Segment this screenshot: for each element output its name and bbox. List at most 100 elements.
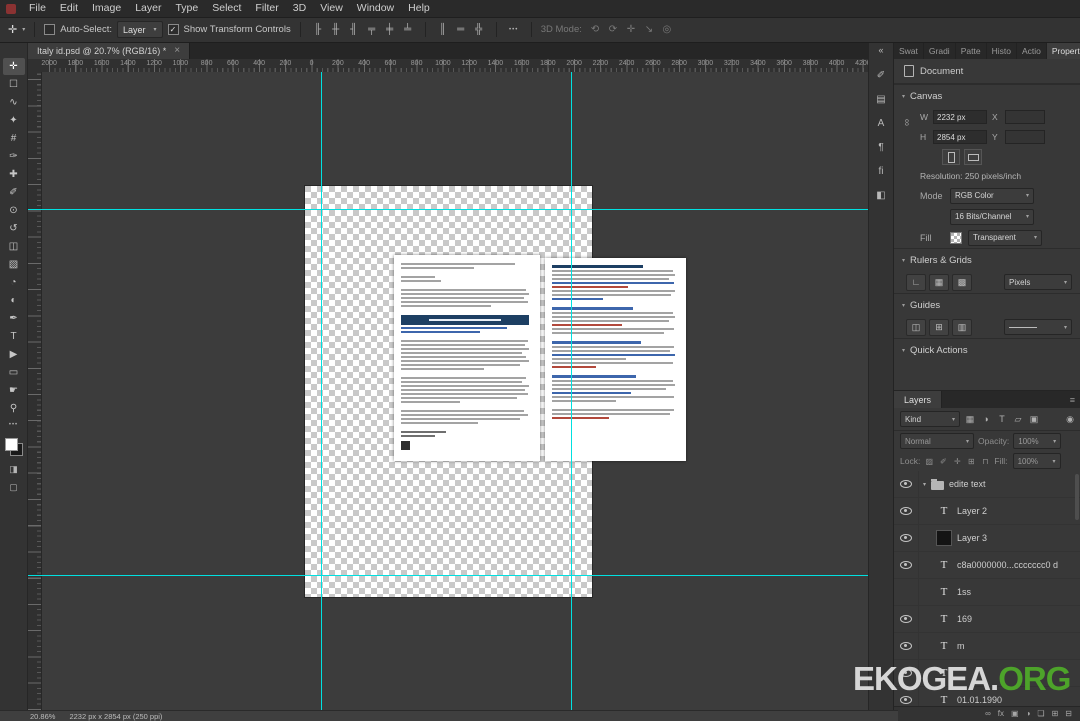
- color-swatches[interactable]: [4, 437, 24, 457]
- text-layer-thumbnail[interactable]: T: [936, 611, 952, 627]
- ruler-icon[interactable]: ∟: [906, 273, 926, 291]
- filter-smart-objects-icon[interactable]: ▣: [1027, 412, 1041, 426]
- crop-tool[interactable]: #: [3, 130, 25, 147]
- portrait-orientation-button[interactable]: [942, 149, 960, 165]
- panel-tab[interactable]: Actio: [1017, 42, 1047, 59]
- filter-type-layers-icon[interactable]: T: [995, 412, 1009, 426]
- adjustments-panel-icon[interactable]: ◧: [871, 185, 891, 205]
- menu-item[interactable]: Layer: [128, 0, 168, 17]
- auto-select-target-select[interactable]: Layer ▾: [116, 21, 163, 38]
- lasso-tool[interactable]: ∿: [3, 94, 25, 111]
- paragraph-panel-icon[interactable]: ¶: [871, 137, 891, 157]
- canvas-area[interactable]: [28, 72, 868, 710]
- align-left-edges-icon[interactable]: ╟: [310, 22, 326, 38]
- menu-item[interactable]: Window: [350, 0, 401, 17]
- hand-tool[interactable]: ☛: [3, 382, 25, 399]
- align-top-edges-icon[interactable]: ╤: [364, 22, 380, 38]
- 3d-scale-icon[interactable]: ◎: [659, 22, 675, 38]
- close-icon[interactable]: ×: [174, 45, 180, 56]
- menu-item[interactable]: Image: [85, 0, 128, 17]
- text-layer-thumbnail[interactable]: T: [936, 584, 952, 600]
- lock-artboard-icon[interactable]: ⊞: [965, 455, 977, 467]
- quick-selection-tool[interactable]: ✦: [3, 112, 25, 129]
- screen-mode-icon[interactable]: ▢: [9, 482, 18, 493]
- brush-settings-panel-icon[interactable]: ✐: [871, 65, 891, 85]
- rectangular-marquee-tool[interactable]: ☐: [3, 76, 25, 93]
- canvas-fill-select[interactable]: Transparent ▾: [968, 229, 1042, 246]
- type-tool[interactable]: T: [3, 328, 25, 345]
- brush-tool[interactable]: ✐: [3, 184, 25, 201]
- opacity-select[interactable]: 100% ▾: [1013, 433, 1062, 449]
- panel-tab[interactable]: Gradi: [924, 42, 956, 59]
- distribute-centers-icon[interactable]: ╬: [471, 22, 487, 38]
- history-brush-tool[interactable]: ↺: [3, 220, 25, 237]
- guide-horizontal-bottom[interactable]: [28, 575, 868, 576]
- delete-layer-icon[interactable]: ⊟: [1065, 707, 1072, 720]
- gradient-tool[interactable]: ▧: [3, 256, 25, 273]
- guide-vertical-right[interactable]: [571, 72, 572, 710]
- adjustment-layer-icon[interactable]: ◑: [1026, 707, 1031, 720]
- clone-stamp-tool[interactable]: ⊙: [3, 202, 25, 219]
- filter-pixel-layers-icon[interactable]: ▦: [963, 412, 977, 426]
- layer-name[interactable]: 169: [957, 614, 972, 624]
- distribute-vertical-icon[interactable]: ║: [435, 22, 451, 38]
- lock-image-pixels-icon[interactable]: ✐: [937, 455, 949, 467]
- section-quick-actions[interactable]: ▾ Quick Actions: [894, 338, 1080, 361]
- visibility-toggle[interactable]: [894, 498, 919, 524]
- layer-name[interactable]: m: [957, 641, 965, 651]
- constrain-link-icon[interactable]: ∞: [901, 119, 912, 126]
- pen-tool[interactable]: ✒: [3, 310, 25, 327]
- 3d-roll-icon[interactable]: ⟳: [605, 22, 621, 38]
- 3d-slide-icon[interactable]: ↘: [641, 22, 657, 38]
- layers-scrollbar[interactable]: [1075, 474, 1079, 520]
- height-field[interactable]: 2854 px: [933, 130, 987, 144]
- more-options-icon[interactable]: •••: [506, 22, 522, 38]
- horizontal-ruler[interactable]: 2000 1800 1600 1400 1200 1000 800 600 400 200 0 200…: [28, 59, 868, 73]
- section-rulers-grids[interactable]: ▾ Rulers & Grids: [894, 248, 1080, 271]
- visibility-toggle[interactable]: [894, 579, 919, 605]
- layer-row[interactable]: ▾ T 169: [894, 606, 1080, 633]
- guide-horizontal-top[interactable]: [28, 209, 868, 210]
- grid-snap-icon[interactable]: ▩: [952, 273, 972, 291]
- 3d-rotate-icon[interactable]: ⟲: [587, 22, 603, 38]
- lock-transparent-pixels-icon[interactable]: ▨: [923, 455, 935, 467]
- quick-mask-icon[interactable]: ◨: [9, 464, 18, 475]
- bit-depth-select[interactable]: 16 Bits/Channel ▾: [950, 208, 1034, 225]
- shape-tool[interactable]: ▭: [3, 364, 25, 381]
- layer-row[interactable]: ▾ T edite text: [894, 471, 1080, 498]
- visibility-toggle[interactable]: [894, 552, 919, 578]
- panel-tab[interactable]: Swat: [894, 42, 924, 59]
- filter-toggle-icon[interactable]: ◉: [1066, 414, 1074, 425]
- add-guide-icon[interactable]: ◫: [906, 318, 926, 336]
- text-layer-thumbnail[interactable]: T: [936, 638, 952, 654]
- glyphs-panel-icon[interactable]: fi: [871, 161, 891, 181]
- grid-icon[interactable]: ▦: [929, 273, 949, 291]
- blend-mode-select[interactable]: Normal ▾: [900, 433, 974, 449]
- layer-row[interactable]: ▾ T Layer 2: [894, 498, 1080, 525]
- show-transform-controls-checkbox[interactable]: ✓: [167, 24, 179, 35]
- layer-name[interactable]: 1ss: [957, 587, 971, 597]
- zoom-level-field[interactable]: 20.86%: [30, 712, 55, 721]
- text-layer-thumbnail[interactable]: T: [936, 503, 952, 519]
- units-select[interactable]: Pixels ▾: [1004, 274, 1072, 290]
- move-tool[interactable]: ✛: [2, 58, 25, 75]
- layer-name[interactable]: Layer 2: [957, 506, 987, 516]
- section-guides[interactable]: ▾ Guides: [894, 293, 1080, 316]
- visibility-toggle[interactable]: [894, 606, 919, 632]
- layer-fill-select[interactable]: 100% ▾: [1012, 453, 1061, 469]
- menu-item[interactable]: Edit: [53, 0, 85, 17]
- y-field[interactable]: [1005, 130, 1045, 144]
- color-mode-select[interactable]: RGB Color ▾: [950, 187, 1034, 204]
- clear-guides-icon[interactable]: ▥: [952, 318, 972, 336]
- image-layer-thumbnail[interactable]: [936, 530, 952, 546]
- visibility-toggle[interactable]: [894, 525, 919, 551]
- lock-all-icon[interactable]: ⊓: [979, 455, 991, 467]
- layer-row[interactable]: ▾ T Layer 3: [894, 525, 1080, 552]
- layer-name[interactable]: edite text: [949, 479, 986, 489]
- panel-tab[interactable]: Patte: [956, 42, 987, 59]
- filter-adjustment-layers-icon[interactable]: ◑: [979, 412, 993, 426]
- layer-row[interactable]: ▾ T 1ss: [894, 579, 1080, 606]
- character-panel-icon[interactable]: A: [871, 113, 891, 133]
- align-right-edges-icon[interactable]: ╢: [346, 22, 362, 38]
- auto-select-checkbox[interactable]: [44, 24, 56, 35]
